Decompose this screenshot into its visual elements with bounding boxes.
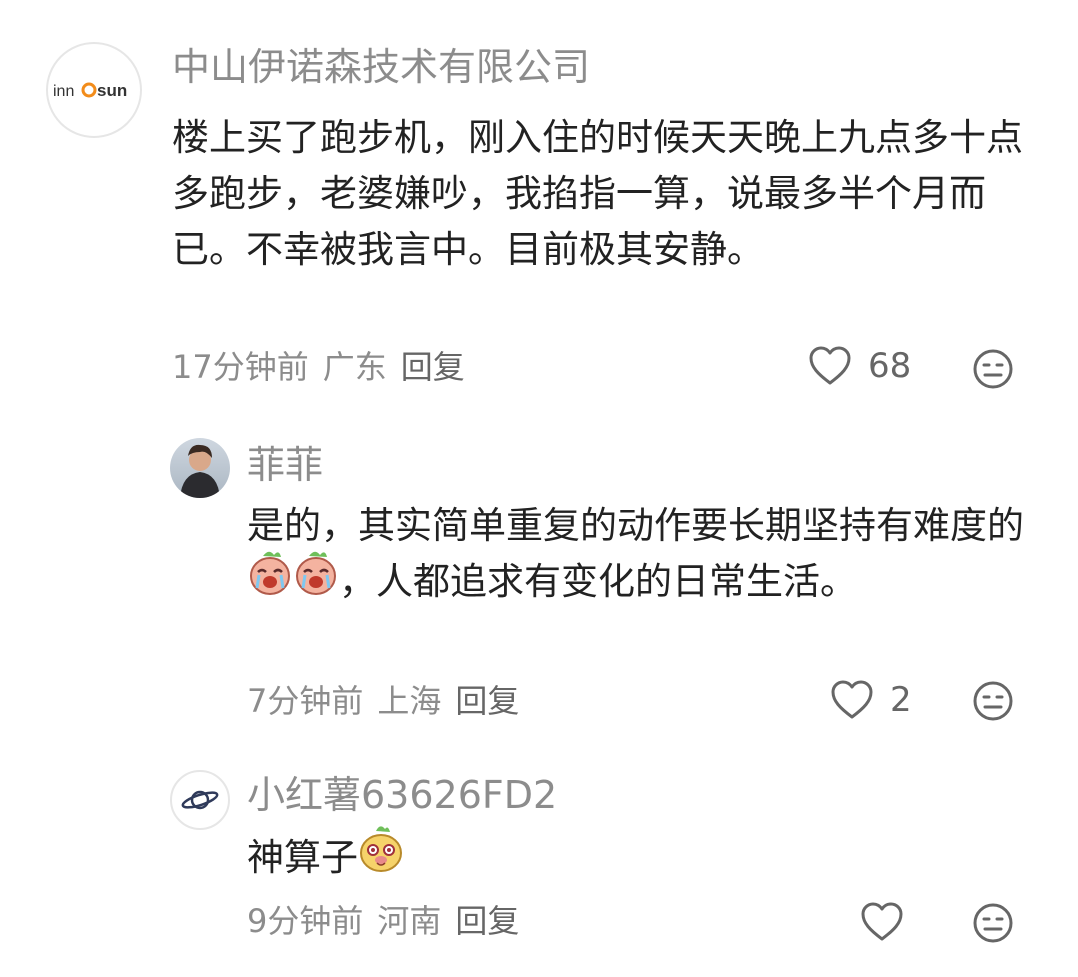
comment-text-part: ，人都追求有变化的日常生活。 [339,560,857,603]
timestamp: 7分钟前 [247,682,364,720]
planet-icon [181,790,219,810]
username[interactable]: 小红薯63626FD2 [247,770,557,820]
comment-text-part: 是的，其实简单重复的动作要长期坚持有难度的 [247,504,1024,547]
heart-outline-icon [831,680,873,719]
location: 上海 [377,682,442,720]
comment-meta: 7分钟前 上海 回复 [247,678,533,724]
crying-peach-emoji [293,548,339,612]
dislike-button[interactable] [972,902,1014,948]
username[interactable]: 中山伊诺森技术有限公司 [172,42,590,92]
comment-text: 楼上买了跑步机，刚入住的时候天天晚上九点多十点多跑步，老婆嫌吵，我掐指一算，说最… [172,116,1023,271]
dislike-button[interactable] [972,680,1014,726]
comment-text: 是的，其实简单重复的动作要长期坚持有难度的 ，人都追求有变化的日常生活。 [247,498,1037,612]
like-button[interactable] [860,902,904,942]
reply-button[interactable]: 回复 [455,682,519,720]
comment-text-part: 神算子 [247,836,358,879]
heart-outline-icon [861,902,903,941]
avatar[interactable]: inn sun [46,42,142,138]
like-button[interactable]: 68 [808,346,911,386]
location: 河南 [377,902,442,940]
avatar[interactable] [170,438,230,498]
dislike-button[interactable] [972,348,1014,394]
reply-button[interactable]: 回复 [401,348,465,386]
crying-peach-emoji [247,548,293,612]
smiling-face-emoji [358,823,404,889]
like-count: 68 [868,346,912,386]
meh-face-icon [973,349,1013,389]
like-button[interactable]: 2 [830,680,912,720]
heart-outline-icon [809,346,851,385]
comment-meta: 17分钟前 广东 回复 [172,344,479,390]
comment-text: 神算子 [247,825,1037,889]
meh-face-icon [973,681,1013,721]
comment-meta: 9分钟前 河南 回复 [247,898,533,944]
location: 广东 [322,348,387,386]
username[interactable]: 菲菲 [247,440,323,490]
person-photo [180,444,220,498]
svg-text:sun: sun [97,81,127,100]
avatar[interactable] [170,770,230,830]
timestamp: 9分钟前 [247,902,364,940]
timestamp: 17分钟前 [172,348,309,386]
reply-button[interactable]: 回复 [455,902,519,940]
meh-face-icon [973,903,1013,943]
svg-text:inn: inn [53,83,74,100]
innosun-logo: inn sun [53,81,127,100]
like-count: 2 [890,680,912,720]
